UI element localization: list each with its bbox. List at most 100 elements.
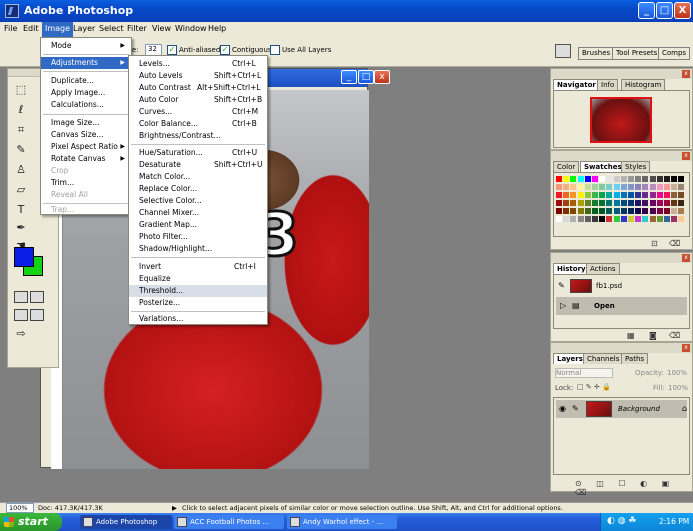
color-swatch[interactable] (678, 184, 685, 190)
color-swatch[interactable] (584, 200, 591, 206)
menu-item-pixel-aspect-ratio[interactable]: Pixel Aspect Ratio ▶ (41, 141, 131, 153)
menu-item-color-balance[interactable]: Color Balance... Ctrl+B (129, 118, 267, 130)
color-swatch[interactable] (628, 200, 634, 206)
color-swatch[interactable] (620, 176, 627, 182)
color-swatch[interactable] (584, 184, 591, 190)
color-swatch[interactable] (628, 176, 634, 182)
menu-image[interactable]: Image (42, 22, 74, 37)
color-swatch[interactable] (671, 216, 678, 222)
status-arrow-icon[interactable]: ▶ (172, 504, 177, 512)
palette-close-icon[interactable]: x (682, 344, 690, 352)
color-swatch[interactable] (592, 200, 598, 206)
color-swatch[interactable] (563, 216, 570, 222)
color-swatch[interactable] (556, 176, 562, 182)
color-swatch[interactable] (649, 176, 656, 182)
color-swatch[interactable] (656, 208, 663, 214)
color-swatch[interactable] (577, 200, 584, 206)
color-swatch[interactable] (671, 200, 678, 206)
menu-item-match-color[interactable]: Match Color... (129, 171, 267, 183)
menu-item-duplicate[interactable]: Duplicate... (41, 75, 131, 87)
tab-paths[interactable]: Paths (621, 353, 649, 364)
navigator-thumbnail[interactable] (590, 97, 652, 143)
eraser-tool-icon[interactable]: ▱ (11, 181, 31, 199)
menu-item-variations[interactable]: Variations... (129, 313, 267, 324)
color-swatch[interactable] (584, 216, 591, 222)
color-swatch[interactable] (599, 208, 606, 214)
screen-mode-button[interactable] (14, 309, 28, 321)
color-swatch[interactable] (671, 176, 678, 182)
color-swatch[interactable] (556, 192, 562, 198)
color-swatch[interactable] (556, 208, 562, 214)
color-swatch[interactable] (599, 192, 606, 198)
task-acc-football-photos[interactable]: ACC Football Photos ... (174, 515, 284, 529)
palette-close-icon[interactable]: x (682, 70, 690, 78)
maximize-button[interactable]: □ (656, 2, 673, 19)
color-swatch[interactable] (620, 184, 627, 190)
trash-icon[interactable]: ⌫ (669, 331, 680, 340)
text-tool-icon[interactable]: T (11, 201, 31, 219)
color-swatch[interactable] (664, 200, 670, 206)
color-swatch[interactable] (584, 176, 591, 182)
color-swatch[interactable] (592, 208, 598, 214)
color-swatch[interactable] (577, 176, 584, 182)
color-swatch[interactable] (656, 200, 663, 206)
color-swatch[interactable] (592, 216, 598, 222)
menu-item-apply-image[interactable]: Apply Image... (41, 87, 131, 99)
menu-select[interactable]: Select (99, 24, 124, 33)
color-swatch[interactable] (642, 208, 649, 214)
minimize-button[interactable]: _ (638, 2, 655, 19)
color-swatch[interactable] (649, 192, 656, 198)
color-swatch[interactable] (628, 208, 634, 214)
crop-tool-icon[interactable]: ⌗ (11, 121, 31, 139)
trash-icon[interactable]: ⌫ (669, 239, 680, 248)
color-swatch[interactable] (635, 216, 642, 222)
color-swatch[interactable] (642, 192, 649, 198)
menu-help[interactable]: Help (208, 24, 226, 33)
color-swatch[interactable] (664, 208, 670, 214)
color-swatch[interactable] (584, 208, 591, 214)
color-swatch[interactable] (563, 192, 570, 198)
color-swatch[interactable] (577, 192, 584, 198)
task-photoshop[interactable]: Adobe Photoshop (80, 515, 172, 529)
color-swatch[interactable] (635, 184, 642, 190)
color-swatch[interactable] (628, 184, 634, 190)
menu-item-rotate-canvas[interactable]: Rotate Canvas ▶ (41, 153, 131, 165)
layer-row-background[interactable]: ◉ ✎ Background ⌂ (556, 400, 687, 418)
color-swatch[interactable] (613, 176, 620, 182)
color-swatch[interactable] (620, 192, 627, 198)
menu-item-brightness-contrast[interactable]: Brightness/Contrast... (129, 130, 267, 142)
menu-item-invert[interactable]: Invert Ctrl+I (129, 261, 267, 273)
color-swatch[interactable] (664, 192, 670, 198)
tab-layers[interactable]: Layers (553, 353, 587, 364)
color-swatch[interactable] (649, 216, 656, 222)
layer-action-icons[interactable]: ⊙ ◫ ☐ ◐ ▣ ⌫ (575, 479, 692, 497)
color-swatch[interactable] (592, 192, 598, 198)
menu-item-auto-levels[interactable]: Auto Levels Shift+Ctrl+L (129, 70, 267, 82)
start-button[interactable]: start (0, 513, 62, 531)
menu-item-mode[interactable]: Mode ▶ (41, 40, 131, 52)
color-swatch[interactable] (678, 192, 685, 198)
color-swatch[interactable] (570, 208, 577, 214)
tab-actions[interactable]: Actions (586, 263, 620, 274)
color-swatch[interactable] (656, 184, 663, 190)
quick-mask-button[interactable] (30, 291, 44, 303)
doc-maximize-button[interactable]: □ (358, 70, 374, 84)
zoom-field[interactable]: 100% (6, 503, 34, 513)
color-swatch[interactable] (671, 208, 678, 214)
color-swatch[interactable] (620, 216, 627, 222)
color-swatch[interactable] (599, 216, 606, 222)
menu-item-canvas-size[interactable]: Canvas Size... (41, 129, 131, 141)
menu-item-adjustments[interactable]: Adjustments ▶ (41, 57, 131, 69)
tab-comps[interactable]: Comps (658, 47, 691, 60)
opacity-value[interactable]: 100% (667, 369, 687, 377)
color-swatch[interactable] (584, 192, 591, 198)
menu-item-photo-filter[interactable]: Photo Filter... (129, 231, 267, 243)
menu-item-equalize[interactable]: Equalize (129, 273, 267, 285)
color-swatch[interactable] (570, 176, 577, 182)
lasso-tool-icon[interactable]: ℓ (11, 101, 31, 119)
color-swatch[interactable] (556, 184, 562, 190)
color-swatch[interactable] (599, 200, 606, 206)
tab-navigator[interactable]: Navigator (553, 79, 600, 90)
color-swatch[interactable] (563, 176, 570, 182)
menu-item-hue-saturation[interactable]: Hue/Saturation... Ctrl+U (129, 147, 267, 159)
